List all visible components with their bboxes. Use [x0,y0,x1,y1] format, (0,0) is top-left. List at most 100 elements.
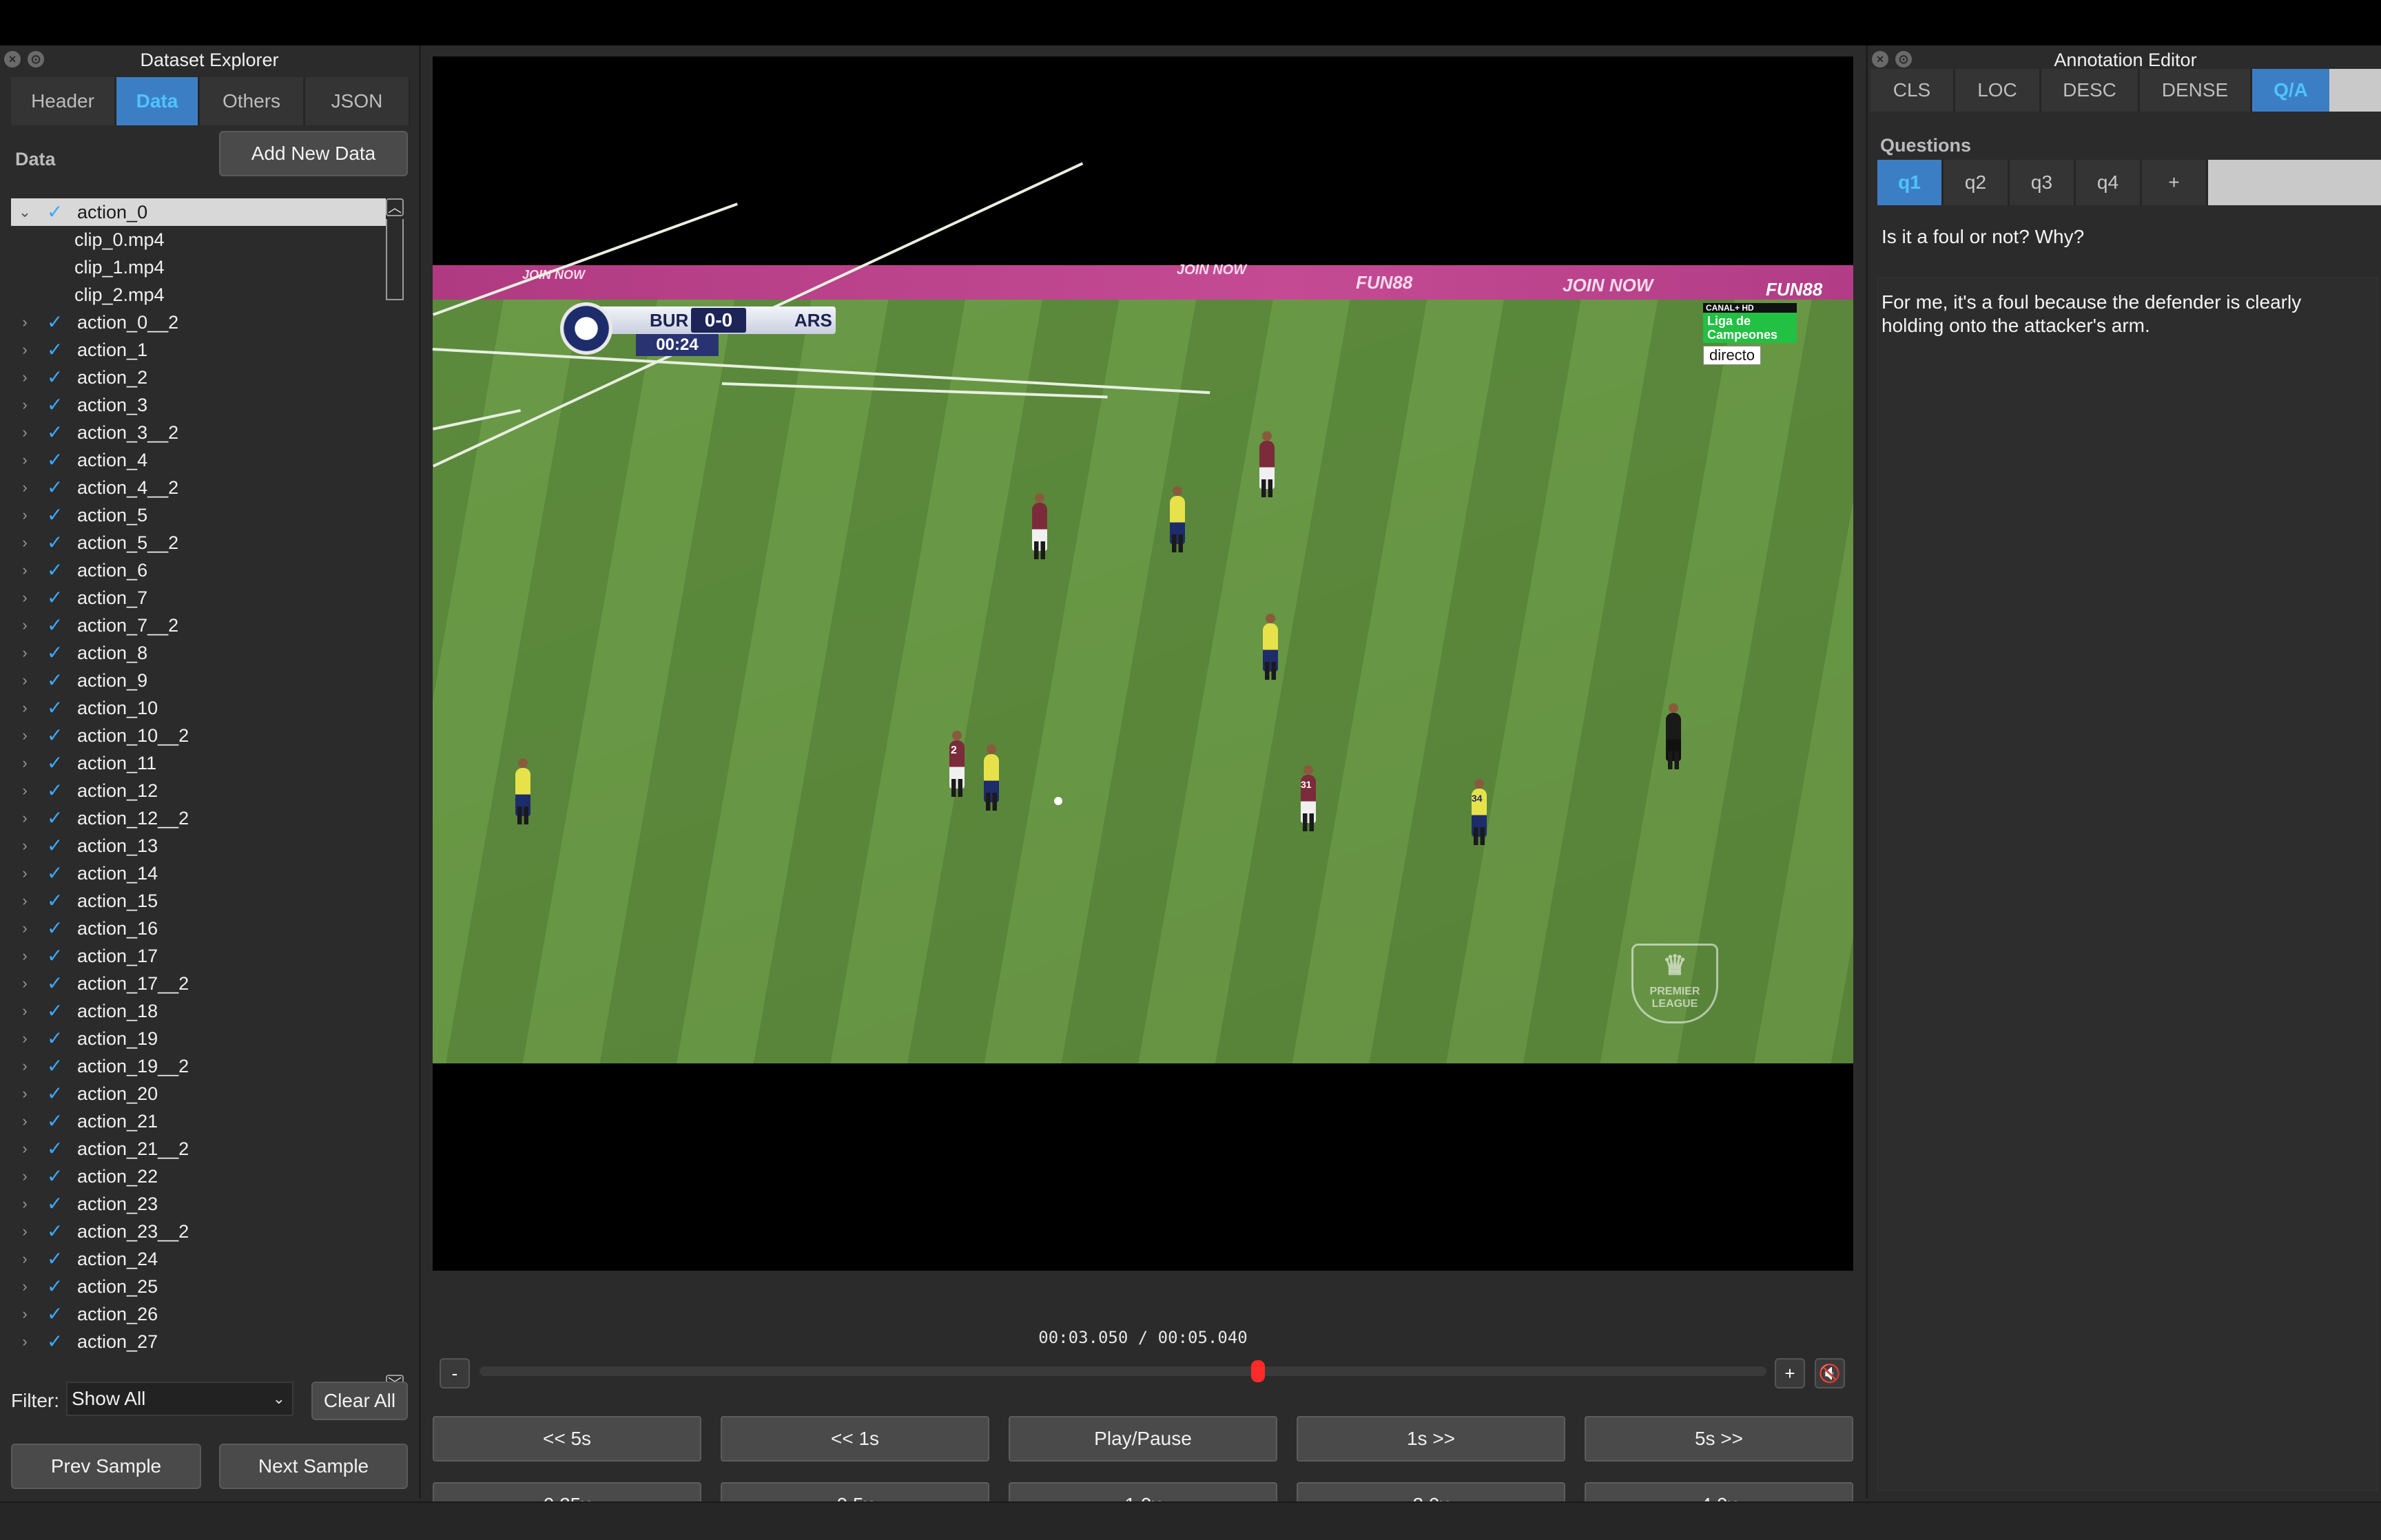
tree-item[interactable]: › ✓ action_23 [11,1190,389,1218]
chevron-right-icon[interactable]: › [17,639,33,667]
tree-item[interactable]: › ✓ action_21__2 [11,1135,389,1163]
checkmark-icon[interactable]: ✓ [47,915,63,942]
prev-sample-button[interactable]: Prev Sample [11,1444,201,1489]
tree-item[interactable]: › ✓ action_6 [11,556,389,584]
tree-item[interactable]: › ✓ action_12 [11,777,389,804]
tree-item[interactable]: › ✓ action_10__2 [11,722,389,749]
checkmark-icon[interactable]: ✓ [47,1218,63,1245]
tree-item[interactable]: › ✓ action_26 [11,1300,389,1328]
chevron-down-icon[interactable]: ⌄ [17,198,33,226]
tree-item[interactable]: › ✓ action_10 [11,694,389,722]
tree-item[interactable]: › ✓ action_0__2 [11,309,389,336]
add-new-data-button[interactable]: Add New Data [219,131,408,176]
chevron-right-icon[interactable]: › [17,1135,33,1163]
tree-item[interactable]: › ✓ action_7__2 [11,612,389,639]
tree-item[interactable]: › ✓ action_3__2 [11,419,389,446]
tree-item[interactable]: › ✓ action_21 [11,1107,389,1135]
checkmark-icon[interactable]: ✓ [47,832,63,860]
checkmark-icon[interactable]: ✓ [47,722,63,749]
checkmark-icon[interactable]: ✓ [47,474,63,501]
tree-scrollbar[interactable]: ︿ ﹀ [386,198,405,1393]
scroll-up-icon[interactable]: ︿ [386,198,404,216]
seek-button[interactable]: << 1s [721,1416,989,1461]
question-tab-q3[interactable]: q3 [2010,160,2076,205]
chevron-right-icon[interactable]: › [17,887,33,915]
chevron-right-icon[interactable]: › [17,419,33,446]
question-tab-q2[interactable]: q2 [1944,160,2010,205]
chevron-right-icon[interactable]: › [17,474,33,501]
tree-item[interactable]: › ✓ action_27 [11,1328,389,1355]
seek-plus-button[interactable]: + [1775,1358,1805,1388]
checkmark-icon[interactable]: ✓ [47,887,63,915]
checkmark-icon[interactable]: ✓ [47,364,63,391]
chevron-right-icon[interactable]: › [17,749,33,777]
checkmark-icon[interactable]: ✓ [47,198,63,226]
tab-header[interactable]: Header [11,77,116,125]
checkmark-icon[interactable]: ✓ [47,584,63,612]
tree-item[interactable]: › ✓ action_4 [11,446,389,474]
tree-item[interactable]: › ✓ action_2 [11,364,389,391]
checkmark-icon[interactable]: ✓ [47,612,63,639]
chevron-right-icon[interactable]: › [17,1218,33,1245]
chevron-right-icon[interactable]: › [17,970,33,997]
checkmark-icon[interactable]: ✓ [47,1107,63,1135]
tree-item[interactable]: › ✓ action_8 [11,639,389,667]
tree-item[interactable]: › ✓ action_11 [11,749,389,777]
tree-item[interactable]: › ✓ action_9 [11,667,389,694]
checkmark-icon[interactable]: ✓ [47,970,63,997]
chevron-right-icon[interactable]: › [17,832,33,860]
tab-others[interactable]: Others [200,77,305,125]
chevron-right-icon[interactable]: › [17,1300,33,1328]
chevron-right-icon[interactable]: › [17,446,33,474]
checkmark-icon[interactable]: ✓ [47,1163,63,1190]
tab-qa[interactable]: Q/A [2252,69,2331,112]
chevron-right-icon[interactable]: › [17,556,33,584]
filter-select[interactable]: Show All ⌄ [66,1382,293,1416]
checkmark-icon[interactable]: ✓ [47,1328,63,1355]
chevron-right-icon[interactable]: › [17,1190,33,1218]
next-sample-button[interactable]: Next Sample [219,1444,408,1489]
chevron-right-icon[interactable]: › [17,391,33,419]
checkmark-icon[interactable]: ✓ [47,1273,63,1300]
tree-item[interactable]: › ✓ action_19__2 [11,1052,389,1080]
tree-item[interactable]: › ✓ action_12__2 [11,804,389,832]
seek-minus-button[interactable]: - [440,1358,470,1388]
tree-item[interactable]: › ✓ action_15 [11,887,389,915]
question-tab-q4[interactable]: q4 [2076,160,2142,205]
chevron-right-icon[interactable]: › [17,1080,33,1107]
checkmark-icon[interactable]: ✓ [47,942,63,970]
add-question-button[interactable]: + [2142,160,2208,205]
checkmark-icon[interactable]: ✓ [47,667,63,694]
tree-child-item[interactable]: clip_0.mp4 [11,226,389,253]
chevron-right-icon[interactable]: › [17,501,33,529]
question-tab-q1[interactable]: q1 [1877,160,1944,205]
checkmark-icon[interactable]: ✓ [47,391,63,419]
speaker-muted-icon[interactable]: 🔇 [1815,1358,1845,1388]
tree-item[interactable]: › ✓ action_17 [11,942,389,970]
checkmark-icon[interactable]: ✓ [47,446,63,474]
tab-json[interactable]: JSON [305,77,411,125]
tree-item[interactable]: › ✓ action_3 [11,391,389,419]
checkmark-icon[interactable]: ✓ [47,1245,63,1273]
tree-item[interactable]: › ✓ action_19 [11,1025,389,1052]
checkmark-icon[interactable]: ✓ [47,804,63,832]
chevron-right-icon[interactable]: › [17,612,33,639]
answer-area[interactable] [1877,277,2378,1490]
tree-item[interactable]: ⌄ ✓ action_0 [11,198,389,226]
tree-item[interactable]: › ✓ action_22 [11,1163,389,1190]
checkmark-icon[interactable]: ✓ [47,529,63,556]
tree-item[interactable]: › ✓ action_20 [11,1080,389,1107]
tree-item[interactable]: › ✓ action_5 [11,501,389,529]
seek-button[interactable]: Play/Pause [1009,1416,1277,1461]
tree-item[interactable]: › ✓ action_14 [11,860,389,887]
checkmark-icon[interactable]: ✓ [47,749,63,777]
scroll-thumb[interactable] [386,219,404,300]
chevron-right-icon[interactable]: › [17,1328,33,1355]
chevron-right-icon[interactable]: › [17,804,33,832]
video-player[interactable]: JOIN NOW FUN88 JOIN NOW FUN88 JOIN NOW B… [432,56,1853,1271]
tree-item[interactable]: › ✓ action_25 [11,1273,389,1300]
chevron-right-icon[interactable]: › [17,777,33,804]
tree-item[interactable]: › ✓ action_16 [11,915,389,942]
chevron-right-icon[interactable]: › [17,309,33,336]
tree-item[interactable]: › ✓ action_13 [11,832,389,860]
